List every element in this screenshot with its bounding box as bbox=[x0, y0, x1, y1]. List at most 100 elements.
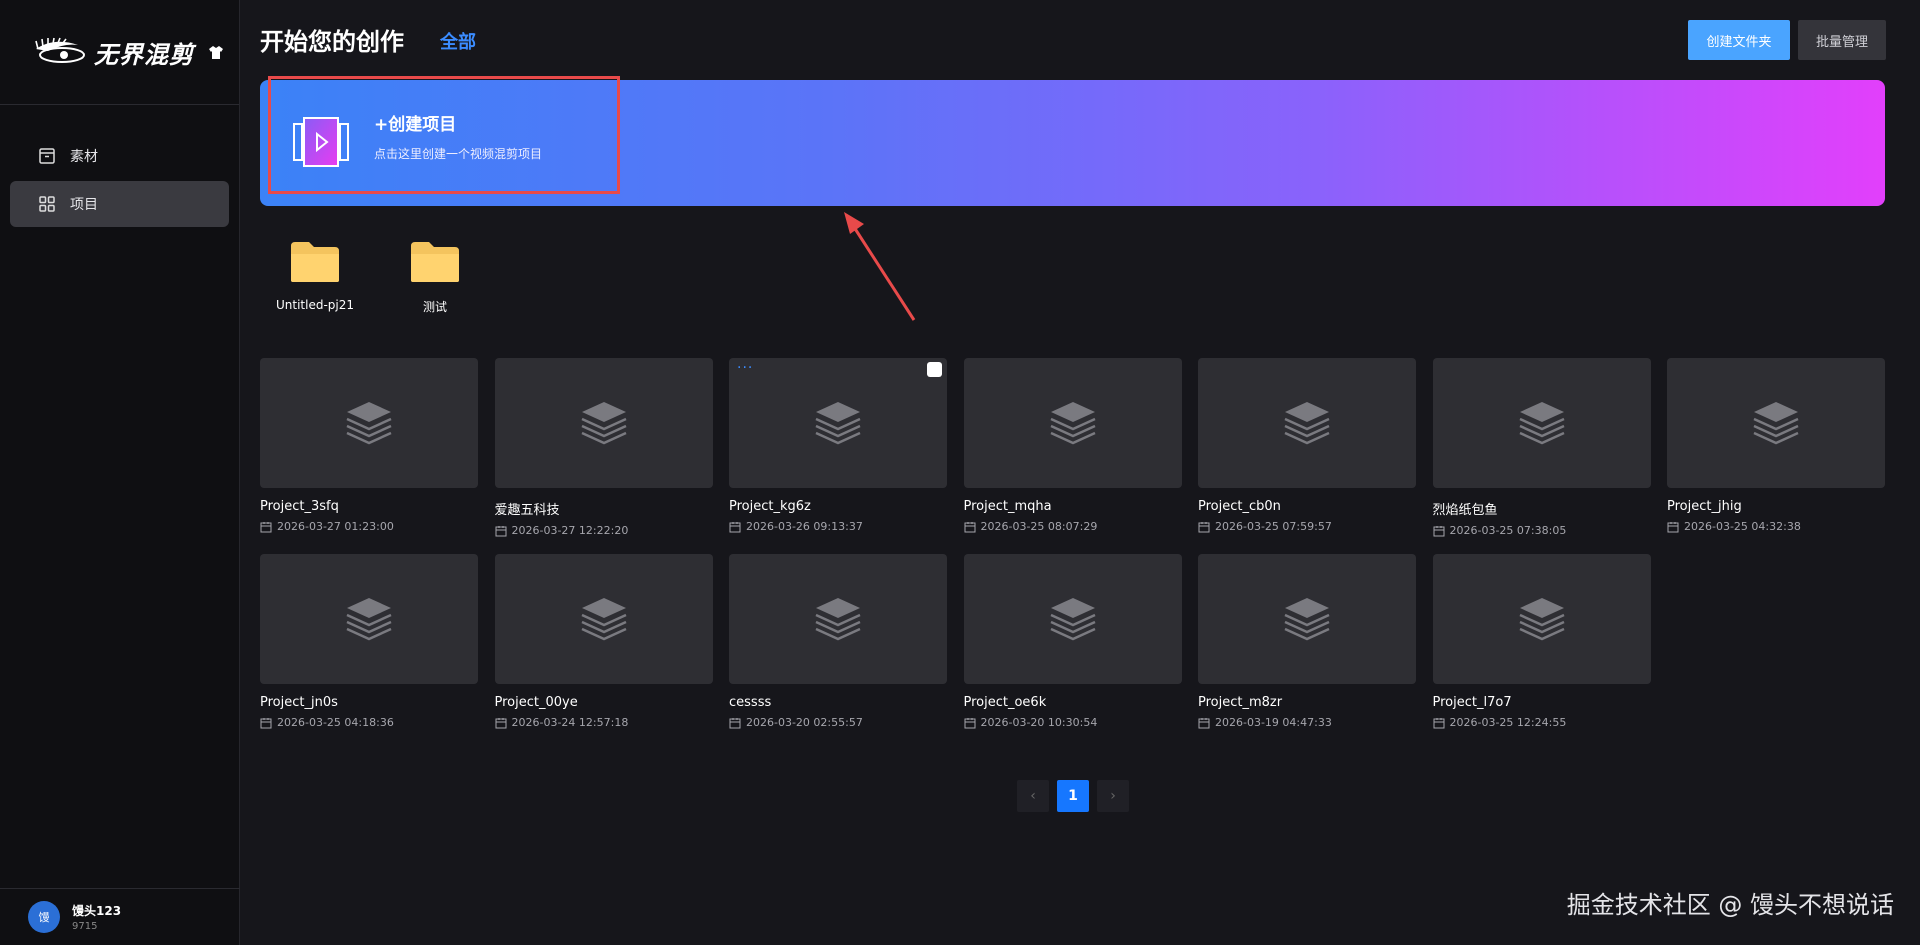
project-date-text: 2026-03-25 08:07:29 bbox=[980, 520, 1098, 533]
project-name: cessss bbox=[729, 695, 772, 710]
annotation-arrow-icon bbox=[844, 212, 916, 321]
calendar-icon bbox=[1667, 521, 1679, 533]
layers-icon bbox=[579, 400, 629, 446]
project-card[interactable]: cessss 2026-03-20 02:55:57 bbox=[729, 554, 947, 729]
project-name: 爱趣五科技 bbox=[494, 503, 560, 518]
layers-icon bbox=[1517, 400, 1567, 446]
shirt-icon[interactable] bbox=[208, 44, 224, 60]
project-name: Project_mqha bbox=[963, 499, 1052, 514]
folder-item[interactable]: Untitled-pj21 bbox=[260, 240, 370, 312]
project-date: 2026-03-25 04:32:38 bbox=[1667, 520, 1885, 533]
sidebar: 无界混剪 素材 项目 馒 馒头123 9715 bbox=[0, 0, 240, 945]
project-card[interactable]: Project_l7o7 2026-03-25 12:24:55 bbox=[1432, 554, 1651, 729]
project-date-text: 2026-03-25 04:18:36 bbox=[277, 716, 394, 729]
project-date: 2026-03-25 07:59:57 bbox=[1198, 520, 1416, 533]
project-thumbnail[interactable] bbox=[260, 358, 478, 488]
sidebar-nav: 素材 项目 bbox=[0, 105, 239, 227]
project-card[interactable]: Project_00ye 2026-03-24 12:57:18 bbox=[494, 554, 713, 729]
project-thumbnail[interactable] bbox=[1432, 358, 1651, 488]
project-name: Project_jn0s bbox=[260, 695, 338, 710]
project-name: Project_jhig bbox=[1667, 499, 1742, 514]
project-thumbnail[interactable]: ··· bbox=[729, 358, 947, 488]
calendar-icon bbox=[964, 521, 976, 533]
project-name: Project_m8zr bbox=[1198, 695, 1283, 710]
header: 开始您的创作 全部 创建文件夹 批量管理 bbox=[260, 20, 1886, 64]
user-name: 馒头123 bbox=[72, 904, 122, 918]
sidebar-item-label: 素材 bbox=[70, 149, 98, 165]
project-card[interactable]: 爱趣五科技 2026-03-27 12:22:20 bbox=[494, 358, 713, 537]
layers-icon bbox=[1517, 596, 1567, 642]
project-card[interactable]: ··· Project_kg6z 2026-03-26 09:13:37 bbox=[729, 358, 947, 533]
project-card[interactable]: Project_oe6k 2026-03-20 10:30:54 bbox=[963, 554, 1182, 729]
folder-icon bbox=[289, 240, 341, 284]
project-date: 2026-03-27 12:22:20 bbox=[495, 524, 713, 537]
material-box-icon bbox=[38, 147, 56, 165]
app-window: 无界混剪 素材 项目 馒 馒头123 9715 开始您的创作 全部 创建文件夹 … bbox=[0, 0, 1920, 945]
calendar-icon bbox=[729, 521, 741, 533]
project-date: 2026-03-26 09:13:37 bbox=[729, 520, 947, 533]
project-date: 2026-03-25 12:24:55 bbox=[1433, 716, 1651, 729]
create-folder-button[interactable]: 创建文件夹 bbox=[1688, 20, 1790, 60]
calendar-icon bbox=[1433, 525, 1445, 537]
project-date: 2026-03-25 04:18:36 bbox=[260, 716, 478, 729]
layers-icon bbox=[1751, 400, 1801, 446]
project-card[interactable]: Project_mqha 2026-03-25 08:07:29 bbox=[963, 358, 1182, 533]
project-date: 2026-03-20 10:30:54 bbox=[964, 716, 1182, 729]
project-date: 2026-03-25 07:38:05 bbox=[1433, 524, 1651, 537]
project-thumbnail[interactable] bbox=[963, 554, 1182, 684]
calendar-icon bbox=[260, 717, 272, 729]
project-card[interactable]: Project_jn0s 2026-03-25 04:18:36 bbox=[260, 554, 478, 729]
project-card[interactable]: Project_3sfq 2026-03-27 01:23:00 bbox=[260, 358, 478, 533]
folder-icon bbox=[409, 240, 461, 284]
project-thumbnail[interactable] bbox=[1198, 358, 1416, 488]
project-card[interactable]: Project_jhig 2026-03-25 04:32:38 bbox=[1667, 358, 1885, 533]
more-options-icon[interactable]: ··· bbox=[737, 360, 753, 376]
filter-all-tab[interactable]: 全部 bbox=[440, 24, 476, 62]
project-thumbnail[interactable] bbox=[729, 554, 947, 684]
project-date-text: 2026-03-25 07:38:05 bbox=[1449, 524, 1567, 537]
folder-name: Untitled-pj21 bbox=[275, 298, 355, 312]
calendar-icon bbox=[495, 525, 507, 537]
user-area[interactable]: 馒 馒头123 9715 bbox=[0, 888, 240, 945]
project-name: Project_00ye bbox=[494, 695, 578, 710]
project-date-text: 2026-03-24 12:57:18 bbox=[511, 716, 629, 729]
project-card[interactable]: Project_cb0n 2026-03-25 07:59:57 bbox=[1198, 358, 1416, 533]
project-date-text: 2026-03-25 12:24:55 bbox=[1449, 716, 1567, 729]
project-thumbnail[interactable] bbox=[1432, 554, 1651, 684]
layers-icon bbox=[1282, 596, 1332, 642]
page-1-button[interactable]: 1 bbox=[1057, 780, 1089, 812]
project-date-text: 2026-03-25 07:59:57 bbox=[1215, 520, 1332, 533]
user-id: 9715 bbox=[72, 921, 98, 932]
project-thumbnail[interactable] bbox=[963, 358, 1182, 488]
avatar[interactable]: 馒 bbox=[28, 901, 60, 933]
project-name: Project_3sfq bbox=[260, 499, 339, 514]
sidebar-item-material[interactable]: 素材 bbox=[10, 133, 229, 179]
project-thumbnail[interactable] bbox=[260, 554, 478, 684]
project-card[interactable]: Project_m8zr 2026-03-19 04:47:33 bbox=[1198, 554, 1416, 729]
project-card[interactable]: 烈焰纸包鱼 2026-03-25 07:38:05 bbox=[1432, 358, 1651, 537]
logo-text: 无界混剪 bbox=[94, 39, 194, 69]
project-thumbnail[interactable] bbox=[1667, 358, 1885, 488]
prev-page-button[interactable]: ‹ bbox=[1017, 780, 1049, 812]
banner-subtitle: 点击这里创建一个视频混剪项目 bbox=[374, 147, 543, 161]
project-name: Project_oe6k bbox=[963, 695, 1047, 710]
next-page-button[interactable]: › bbox=[1097, 780, 1129, 812]
project-date-text: 2026-03-19 04:47:33 bbox=[1215, 716, 1332, 729]
project-date-text: 2026-03-26 09:13:37 bbox=[746, 520, 863, 533]
project-thumbnail[interactable] bbox=[494, 358, 713, 488]
project-thumbnail[interactable] bbox=[1198, 554, 1416, 684]
project-date-text: 2026-03-20 02:55:57 bbox=[746, 716, 863, 729]
grid-icon bbox=[38, 195, 56, 213]
project-date-text: 2026-03-27 12:22:20 bbox=[511, 524, 629, 537]
sidebar-item-projects[interactable]: 项目 bbox=[10, 181, 229, 227]
batch-manage-button[interactable]: 批量管理 bbox=[1798, 20, 1886, 60]
pagination: ‹ 1 › bbox=[1017, 780, 1137, 812]
calendar-icon bbox=[964, 717, 976, 729]
layers-icon bbox=[813, 400, 863, 446]
folder-item[interactable]: 测试 bbox=[380, 240, 490, 315]
project-thumbnail[interactable] bbox=[494, 554, 713, 684]
eye-logo-icon bbox=[34, 37, 88, 67]
calendar-icon bbox=[1198, 521, 1210, 533]
layers-icon bbox=[1282, 400, 1332, 446]
select-checkbox[interactable] bbox=[927, 362, 942, 377]
